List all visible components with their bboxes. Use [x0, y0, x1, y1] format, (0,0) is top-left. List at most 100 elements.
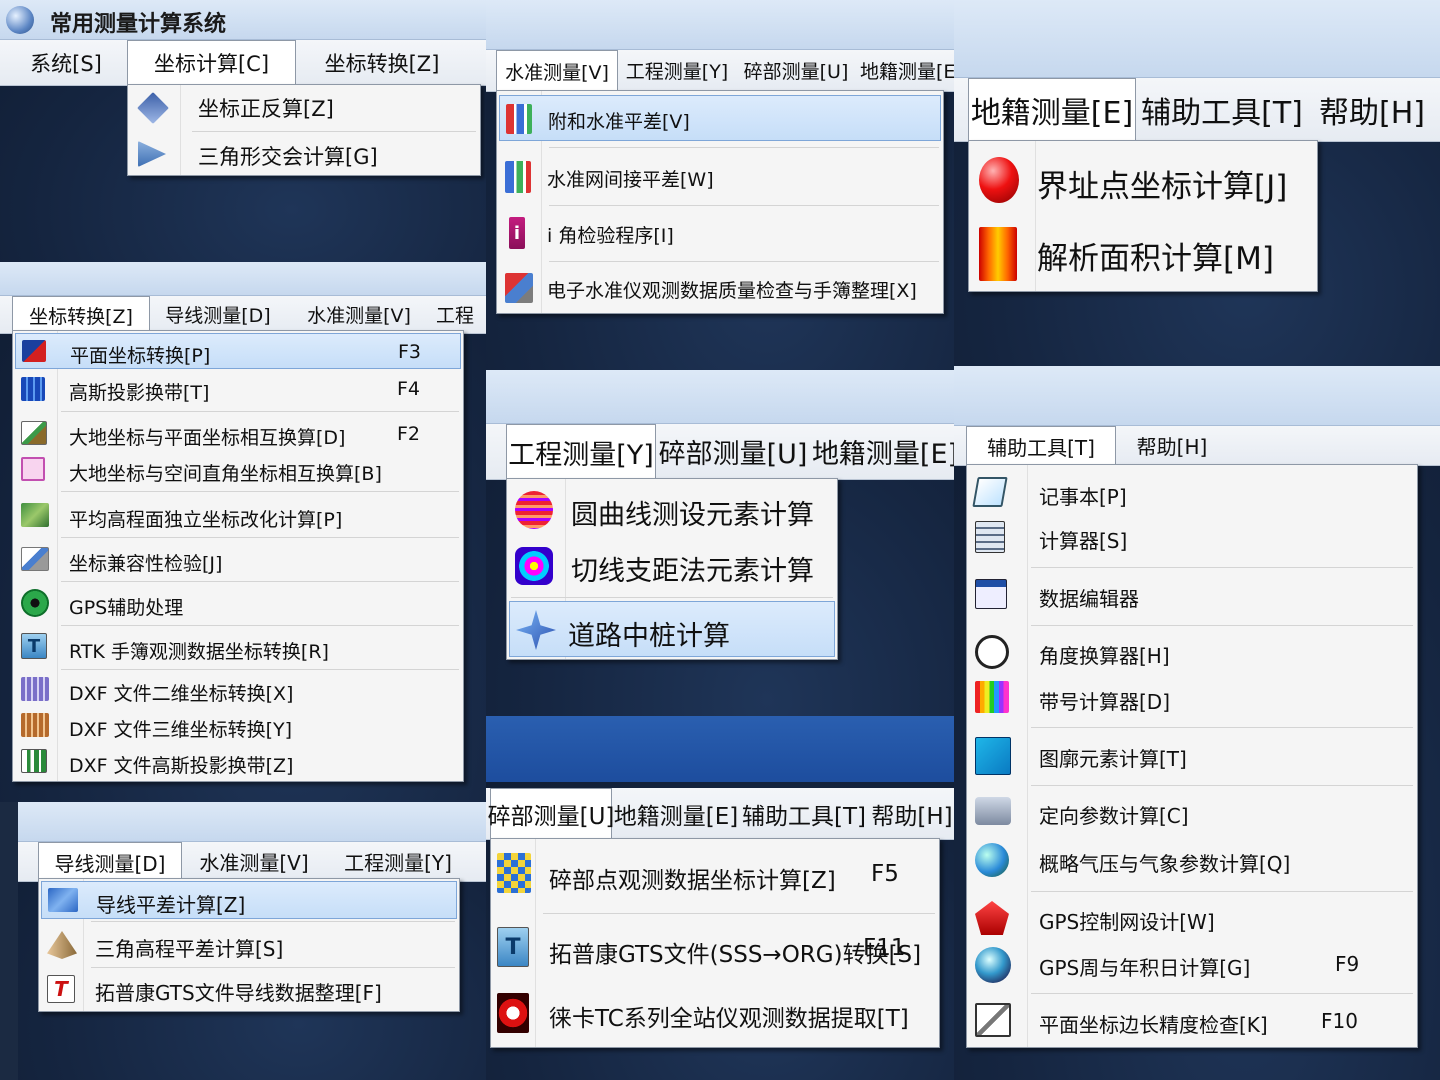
menu-item-compatibility-check[interactable]: 坐标兼容性检验[J] — [15, 539, 461, 579]
menu-leveling[interactable]: 水准测量[V] — [190, 842, 318, 881]
panel-tools: 辅助工具[T] 帮助[H] 记事本[P] 计算器[S] 数据编辑器 角度换算器[… — [954, 366, 1440, 1080]
menu-item-gauss-zone[interactable]: 高斯投影换带[T] F4 — [15, 371, 461, 407]
menu-item-map-frame[interactable]: 图廓元素计算[T] — [969, 731, 1415, 781]
separator — [1031, 993, 1413, 994]
menu-item-geodetic-space[interactable]: 大地坐标与空间直角坐标相互换算[B] — [15, 451, 461, 487]
menu-item-attached-leveling[interactable]: 附和水准平差[V] — [499, 95, 941, 141]
menu-item-leveling-network[interactable]: 水准网间接平差[W] — [499, 151, 941, 203]
menu-item-precision-check[interactable]: 平面坐标边长精度检查[K] F10 — [969, 997, 1415, 1045]
menu-item-digital-level-data[interactable]: 电子水准仪观测数据质量检查与手簿整理[X] — [499, 263, 941, 313]
menu-item-orientation[interactable]: 定向参数计算[C] — [969, 789, 1415, 835]
menu-cadastral[interactable]: 地籍测量[E] — [812, 424, 954, 479]
menu-detail[interactable]: 碎部测量[U] — [488, 788, 614, 839]
menu-item-shortcut: F3 — [398, 341, 422, 363]
calculator-icon — [975, 521, 1005, 553]
separator — [549, 205, 939, 206]
pyramid-icon — [47, 931, 77, 959]
leveling-network-icon — [505, 161, 531, 193]
menu-item-boundary-point[interactable]: 界址点坐标计算[J] — [971, 147, 1315, 215]
title-bar — [18, 802, 486, 842]
plane-coord-icon — [22, 340, 46, 362]
menu-item-dxf-3d[interactable]: DXF 文件三维坐标转换[Y] — [15, 707, 461, 743]
menu-tools[interactable]: 辅助工具[T] — [742, 788, 866, 839]
menu-tools[interactable]: 辅助工具[T] — [1141, 78, 1303, 141]
menu-coord-calc[interactable]: 坐标计算[C] — [127, 40, 296, 85]
menu-tools[interactable]: 辅助工具[T] — [966, 426, 1116, 465]
title-bar — [954, 0, 1440, 78]
menu-item-mean-elevation[interactable]: 平均高程面独立坐标改化计算[P] — [15, 495, 461, 535]
menu-item-circle-curve[interactable]: 圆曲线测设元素计算 — [509, 483, 835, 537]
menu-cadastral[interactable]: 地籍测量[E] — [614, 788, 738, 839]
menu-item-zone-number[interactable]: 带号计算器[D] — [969, 675, 1415, 721]
menu-item-gps-aux[interactable]: GPS辅助处理 — [15, 583, 461, 623]
menu-item-data-editor[interactable]: 数据编辑器 — [969, 571, 1415, 619]
menu-coord-transform[interactable]: 坐标转换[Z] — [304, 40, 460, 85]
menu-help[interactable]: 帮助[H] — [871, 788, 952, 839]
menu-item-label: 平面坐标转换[P] — [70, 345, 211, 367]
menu-item-coord-forward-inverse[interactable]: 坐标正反算[Z] — [130, 87, 478, 129]
menu-item-rtk[interactable]: T RTK 手簿观测数据坐标转换[R] — [15, 627, 461, 667]
menu-item-geodetic-plane[interactable]: 大地坐标与平面坐标相互换算[D] F2 — [15, 415, 461, 451]
panel-leveling: 水准测量[V] 工程测量[Y] 碎部测量[U] 地籍测量[E] 附和水准平差[V… — [486, 0, 954, 370]
menu-item-label: 解析面积计算[M] — [1037, 241, 1274, 277]
menu-help[interactable]: 帮助[H] — [1122, 426, 1222, 465]
notepad-icon — [972, 477, 1008, 507]
digital-level-icon — [505, 273, 533, 303]
topcon-t-icon: T — [497, 927, 529, 967]
menu-item-gps-network[interactable]: GPS控制网设计[W] — [969, 895, 1415, 941]
menu-help[interactable]: 帮助[H] — [1310, 78, 1434, 141]
menu-item-leica-extract[interactable]: 徕卡TC系列全站仪观测数据提取[T] — [493, 983, 937, 1045]
menu-item-dxf-gauss[interactable]: DXF 文件高斯投影换带[Z] — [15, 743, 461, 779]
menu-item-topcon-convert[interactable]: T 拓普康GTS文件(SSS→ORG)转换[S] F11 — [493, 917, 937, 981]
dropdown-leveling: 附和水准平差[V] 水准网间接平差[W] i i 角检验程序[I] 电子水准仪观… — [496, 90, 944, 314]
menu-engineering[interactable]: 工程测量[Y] — [330, 842, 466, 881]
menu-item-plane-coord[interactable]: 平面坐标转换[P] F3 — [15, 333, 461, 369]
menu-item-tangent-offset[interactable]: 切线支距法元素计算 — [509, 539, 835, 593]
menu-traverse[interactable]: 导线测量[D] — [154, 296, 282, 333]
menu-item-area-calc[interactable]: 解析面积计算[M] — [971, 219, 1315, 287]
menu-system[interactable]: 系统[S] — [14, 40, 118, 85]
menu-engineering[interactable]: 工程测量[Y] — [506, 424, 656, 479]
menu-item-label: 导线平差计算[Z] — [96, 893, 246, 917]
menu-detail[interactable]: 碎部测量[U] — [740, 50, 852, 91]
menu-item-notepad[interactable]: 记事本[P] — [969, 471, 1415, 515]
dropdown-traverse: 导线平差计算[Z] 三角高程平差计算[S] T 拓普康GTS文件导线数据整理[F… — [38, 878, 460, 1012]
separator — [549, 261, 939, 262]
menu-engineering[interactable]: 工程 — [436, 296, 486, 333]
menu-item-gps-week[interactable]: GPS周与年积日计算[G] F9 — [969, 941, 1415, 987]
geodetic-plane-icon — [21, 421, 47, 445]
menu-item-trig-elevation[interactable]: 三角高程平差计算[S] — [41, 925, 457, 965]
menu-leveling[interactable]: 水准测量[V] — [496, 50, 618, 91]
menu-item-triangle-intersect[interactable]: 三角形交会计算[G] — [130, 133, 478, 175]
separator — [61, 581, 459, 582]
menu-item-label: 带号计算器[D] — [1039, 690, 1171, 714]
clock-icon — [975, 635, 1009, 669]
menu-cadastral[interactable]: 地籍测量[E] — [860, 50, 954, 91]
menu-coord-transform[interactable]: 坐标转换[Z] — [12, 296, 150, 333]
menu-item-calculator[interactable]: 计算器[S] — [969, 515, 1415, 559]
panel-cadastral: 地籍测量[E] 辅助工具[T] 帮助[H] 界址点坐标计算[J] 解析面积计算[… — [954, 0, 1440, 366]
menu-item-topcon-traverse[interactable]: T 拓普康GTS文件导线数据整理[F] — [41, 969, 457, 1009]
menu-engineering[interactable]: 工程测量[Y] — [622, 50, 732, 91]
menu-item-road-center-stake[interactable]: 道路中桩计算 — [509, 601, 835, 657]
menu-traverse[interactable]: 导线测量[D] — [38, 842, 182, 881]
menu-item-label: 电子水准仪观测数据质量检查与手簿整理[X] — [547, 280, 917, 302]
panel-coord-calc: 常用测量计算系统 系统[S] 坐标计算[C] 坐标转换[Z] 坐标正反算[Z] … — [0, 0, 486, 262]
dropdown-cadastral: 界址点坐标计算[J] 解析面积计算[M] — [968, 140, 1318, 292]
menu-item-detail-points[interactable]: 碎部点观测数据坐标计算[Z] F5 — [493, 843, 937, 907]
detail-points-icon — [497, 853, 531, 893]
app-globe-icon — [6, 6, 34, 34]
menu-bar: 导线测量[D] 水准测量[V] 工程测量[Y] — [18, 842, 486, 882]
panel-detail: 碎部测量[U] 地籍测量[E] 辅助工具[T] 帮助[H] 碎部点观测数据坐标计… — [486, 782, 954, 1080]
menu-item-angle-converter[interactable]: 角度换算器[H] — [969, 629, 1415, 675]
menu-item-traverse-adjust[interactable]: 导线平差计算[Z] — [41, 881, 457, 919]
menu-item-label: DXF 文件高斯投影换带[Z] — [69, 755, 294, 777]
menu-item-dxf-2d[interactable]: DXF 文件二维坐标转换[X] — [15, 671, 461, 707]
separator — [1031, 785, 1413, 786]
menu-item-air-pressure[interactable]: 概略气压与气象参数计算[Q] — [969, 837, 1415, 883]
separator — [1031, 625, 1413, 626]
menu-cadastral[interactable]: 地籍测量[E] — [968, 78, 1136, 141]
menu-leveling[interactable]: 水准测量[V] — [292, 296, 426, 333]
menu-detail[interactable]: 碎部测量[U] — [659, 424, 808, 479]
menu-item-i-angle-check[interactable]: i i 角检验程序[I] — [499, 207, 941, 259]
